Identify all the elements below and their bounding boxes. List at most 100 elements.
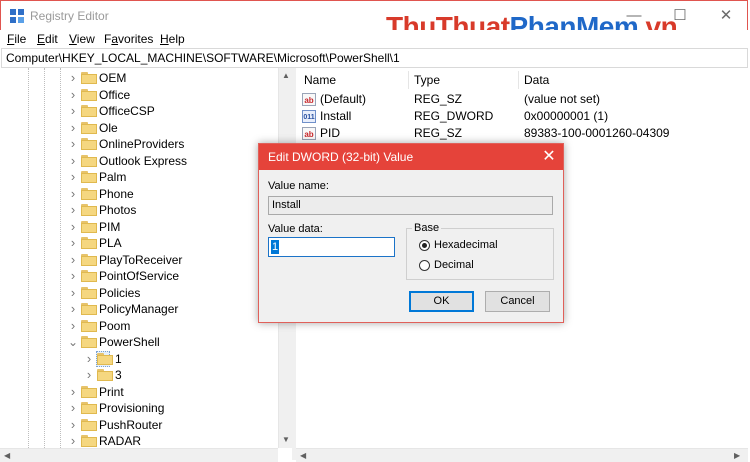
value-data: 0x00000001 (1) <box>524 109 609 123</box>
value-row[interactable]: ab (Default) REG_SZ (value not set) <box>302 91 742 108</box>
scroll-left-arrow-icon[interactable]: ◀ <box>4 451 10 460</box>
value-data-input[interactable]: 1 <box>268 237 395 257</box>
chevron-right-icon[interactable]: › <box>68 153 78 169</box>
tree-item[interactable]: › Outlook Express <box>0 153 278 169</box>
menu-edit[interactable]: Edit <box>37 32 58 46</box>
tree-item[interactable]: › Policies <box>0 285 278 301</box>
chevron-right-icon[interactable]: › <box>68 136 78 152</box>
folder-icon <box>81 204 97 216</box>
chevron-right-icon[interactable]: › <box>68 433 78 448</box>
chevron-right-icon[interactable]: › <box>68 169 78 185</box>
chevron-right-icon[interactable]: › <box>84 351 94 367</box>
tree-item[interactable]: › Print <box>0 384 278 400</box>
tree-item[interactable]: › OnlineProviders <box>0 136 278 152</box>
tree-item[interactable]: › OEM <box>0 70 278 86</box>
chevron-right-icon[interactable]: › <box>68 417 78 433</box>
menu-file[interactable]: File <box>7 32 26 46</box>
chevron-right-icon[interactable]: › <box>68 202 78 218</box>
chevron-right-icon[interactable]: › <box>68 384 78 400</box>
chevron-right-icon[interactable]: › <box>84 367 94 383</box>
chevron-right-icon[interactable]: › <box>68 400 78 416</box>
tree-item[interactable]: › RADAR <box>0 433 278 448</box>
address-bar[interactable]: Computer\HKEY_LOCAL_MACHINE\SOFTWARE\Mic… <box>1 48 748 68</box>
tree-item[interactable]: › Palm <box>0 169 278 185</box>
chevron-right-icon[interactable]: › <box>68 70 78 86</box>
folder-icon <box>81 320 97 332</box>
ok-button[interactable]: OK <box>409 291 474 312</box>
column-header-data[interactable]: Data <box>524 70 549 90</box>
chevron-right-icon[interactable]: › <box>68 285 78 301</box>
tree-item[interactable]: › Poom <box>0 318 278 334</box>
menu-favorites[interactable]: Favorites <box>104 32 153 46</box>
tree-item[interactable]: › PushRouter <box>0 417 278 433</box>
folder-icon <box>81 221 97 233</box>
value-data: (value not set) <box>524 92 601 106</box>
menu-help[interactable]: Help <box>160 32 185 46</box>
tree-item[interactable]: › 1 <box>0 351 278 367</box>
tree-item[interactable]: › Office <box>0 87 278 103</box>
column-header-name[interactable]: Name <box>304 70 336 90</box>
folder-icon <box>81 254 97 266</box>
chevron-down-icon[interactable]: ⌄ <box>68 334 78 350</box>
tree-item-label: Outlook Express <box>99 154 188 168</box>
menu-bar: File Edit View Favorites Help <box>0 30 750 48</box>
tree-item-label: PIM <box>99 220 121 234</box>
value-row[interactable]: ab PID REG_SZ 89383-100-0001260-04309 <box>302 125 742 142</box>
tree-item[interactable]: ⌄ PowerShell <box>0 334 278 350</box>
binary-value-icon: 011 <box>302 110 316 123</box>
folder-icon <box>81 105 97 117</box>
dialog-close-button[interactable]: ✕ <box>535 144 563 170</box>
chevron-right-icon[interactable]: › <box>68 318 78 334</box>
column-separator[interactable] <box>408 71 409 89</box>
value-name: PID <box>320 126 341 140</box>
chevron-right-icon[interactable]: › <box>68 235 78 251</box>
tree-item[interactable]: › 3 <box>0 367 278 383</box>
chevron-right-icon[interactable]: › <box>68 87 78 103</box>
dialog-title: Edit DWORD (32-bit) Value <box>268 150 414 164</box>
column-separator[interactable] <box>518 71 519 89</box>
cancel-button[interactable]: Cancel <box>485 291 550 312</box>
tree-item[interactable]: › PointOfService <box>0 268 278 284</box>
tree-item[interactable]: › PolicyManager <box>0 301 278 317</box>
scroll-left-arrow-icon[interactable]: ◀ <box>300 451 306 460</box>
tree-item[interactable]: › Photos <box>0 202 278 218</box>
chevron-right-icon[interactable]: › <box>68 219 78 235</box>
folder-icon <box>97 353 113 365</box>
value-name-field[interactable]: Install <box>268 196 553 215</box>
value-row[interactable]: 011 Install REG_DWORD 0x00000001 (1) <box>302 108 742 125</box>
chevron-right-icon[interactable]: › <box>68 103 78 119</box>
hexadecimal-label[interactable]: Hexadecimal <box>434 239 498 251</box>
chevron-right-icon[interactable]: › <box>68 120 78 136</box>
tree-item[interactable]: › PlayToReceiver <box>0 252 278 268</box>
tree-item-label: PowerShell <box>99 335 160 349</box>
chevron-right-icon[interactable]: › <box>68 268 78 284</box>
tree-item[interactable]: › PLA <box>0 235 278 251</box>
scroll-down-arrow-icon[interactable]: ▼ <box>279 432 293 448</box>
tree-item[interactable]: › PIM <box>0 219 278 235</box>
registry-editor-icon <box>10 9 24 23</box>
folder-icon <box>81 72 97 84</box>
decimal-radio[interactable] <box>419 260 430 271</box>
chevron-right-icon[interactable]: › <box>68 301 78 317</box>
address-path[interactable]: Computer\HKEY_LOCAL_MACHINE\SOFTWARE\Mic… <box>6 51 400 65</box>
tree-item-label: PushRouter <box>99 418 163 432</box>
hexadecimal-radio[interactable] <box>419 240 430 251</box>
chevron-right-icon[interactable]: › <box>68 186 78 202</box>
tree-item[interactable]: › Provisioning <box>0 400 278 416</box>
chevron-right-icon[interactable]: › <box>68 252 78 268</box>
menu-view[interactable]: View <box>69 32 95 46</box>
value-name: Install <box>320 109 352 123</box>
column-header-type[interactable]: Type <box>414 70 440 90</box>
scroll-up-arrow-icon[interactable]: ▲ <box>279 68 293 84</box>
scroll-right-arrow-icon[interactable]: ▶ <box>734 451 740 460</box>
tree-item[interactable]: › Phone <box>0 186 278 202</box>
tree-item-label: Provisioning <box>99 401 165 415</box>
list-horizontal-scrollbar[interactable]: ◀ ▶ <box>296 448 748 462</box>
dialog-title-bar[interactable]: Edit DWORD (32-bit) Value ✕ <box>259 144 563 170</box>
tree-item[interactable]: › Ole <box>0 120 278 136</box>
tree-horizontal-scrollbar[interactable]: ◀ <box>0 448 278 462</box>
close-button[interactable]: ✕ <box>703 1 749 31</box>
tree-item-label: Photos <box>99 203 137 217</box>
decimal-label[interactable]: Decimal <box>434 259 474 271</box>
tree-item[interactable]: › OfficeCSP <box>0 103 278 119</box>
